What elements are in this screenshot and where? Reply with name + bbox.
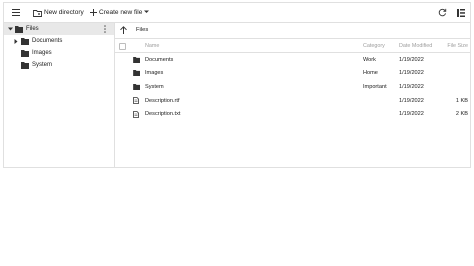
more-options-icon[interactable] — [104, 25, 106, 35]
select-all-checkbox[interactable] — [119, 42, 126, 50]
create-new-file-button[interactable]: Create new file — [88, 8, 150, 18]
breadcrumb-item[interactable]: Files — [136, 27, 148, 33]
folder-icon — [133, 53, 141, 67]
file-name: Images — [145, 70, 164, 77]
tree-item-images[interactable]: Images — [4, 47, 114, 59]
tree-item-label: Files — [26, 25, 39, 32]
caret-collapsed-icon[interactable] — [14, 38, 18, 46]
table-row[interactable]: System Important 1/19/2022 — [115, 80, 470, 94]
folder-icon — [133, 80, 141, 94]
caret-expanded-icon[interactable] — [8, 27, 13, 33]
table-header: Name Category Date Modified File Size — [115, 39, 470, 53]
column-header-file-size[interactable]: File Size — [447, 39, 470, 52]
toolbar: New directory Create new file — [4, 3, 470, 23]
file-date: 1/19/2022 — [399, 97, 424, 104]
create-new-file-label: Create new file — [99, 9, 143, 16]
folder-open-icon — [15, 26, 24, 33]
folder-icon — [21, 50, 30, 59]
file-size: 1 KB — [455, 97, 468, 104]
new-folder-icon — [32, 8, 42, 18]
file-size: 2 KB — [455, 111, 468, 118]
refresh-button[interactable] — [437, 8, 447, 18]
tree-item-documents[interactable]: Documents — [4, 35, 114, 47]
new-directory-button[interactable]: New directory — [32, 8, 84, 18]
file-date: 1/19/2022 — [399, 70, 424, 77]
tree-item-label: System — [32, 61, 53, 68]
tree-item-label: Documents — [32, 37, 63, 44]
content-pane: Files Name Category Date Modified File S… — [115, 23, 470, 167]
table-row[interactable]: Images Home 1/19/2022 — [115, 67, 470, 81]
file-manager: New directory Create new file Files Docu… — [3, 2, 471, 168]
file-size — [468, 53, 470, 67]
view-button[interactable] — [456, 8, 466, 18]
file-name: Documents — [145, 56, 174, 63]
plus-icon — [88, 8, 98, 18]
folder-icon — [21, 62, 30, 71]
column-header-name[interactable]: Name — [145, 39, 159, 52]
main-area: Files Documents Images System Files Name… — [4, 23, 470, 167]
file-category: Important — [363, 83, 387, 90]
breadcrumb: Files — [115, 23, 470, 39]
tree-item-system[interactable]: System — [4, 59, 114, 71]
refresh-icon — [437, 8, 447, 18]
caret-down-icon — [144, 9, 150, 16]
table-row[interactable]: Description.txt 1/19/2022 2 KB — [115, 107, 470, 121]
file-icon — [133, 107, 139, 121]
tree-item-label: Images — [32, 49, 52, 56]
file-date: 1/19/2022 — [399, 83, 424, 90]
column-header-date-modified[interactable]: Date Modified — [399, 39, 432, 52]
file-date: 1/19/2022 — [399, 56, 424, 63]
hamburger-menu-icon — [11, 8, 21, 18]
table-row[interactable]: Documents Work 1/19/2022 — [115, 53, 470, 67]
tree-item-files[interactable]: Files — [4, 23, 114, 35]
file-category: Home — [363, 70, 378, 77]
column-header-category[interactable]: Category — [363, 39, 385, 52]
file-name: System — [145, 83, 164, 90]
menu-button[interactable] — [11, 8, 21, 18]
file-name: Description.txt — [145, 111, 181, 118]
file-category: Work — [363, 56, 376, 63]
file-list: Documents Work 1/19/2022 Images Home 1/1… — [115, 53, 470, 121]
file-icon — [133, 94, 139, 108]
navigation-pane: Files Documents Images System — [4, 23, 115, 167]
file-name: Description.rtf — [145, 97, 180, 104]
new-directory-label: New directory — [44, 9, 84, 16]
folder-icon — [21, 38, 30, 47]
file-size — [468, 80, 470, 94]
table-row[interactable]: Description.rtf 1/19/2022 1 KB — [115, 94, 470, 108]
file-size — [468, 67, 470, 81]
up-arrow-icon[interactable] — [120, 26, 127, 36]
details-view-icon — [456, 8, 466, 18]
file-date: 1/19/2022 — [399, 111, 424, 118]
folder-icon — [133, 67, 141, 81]
